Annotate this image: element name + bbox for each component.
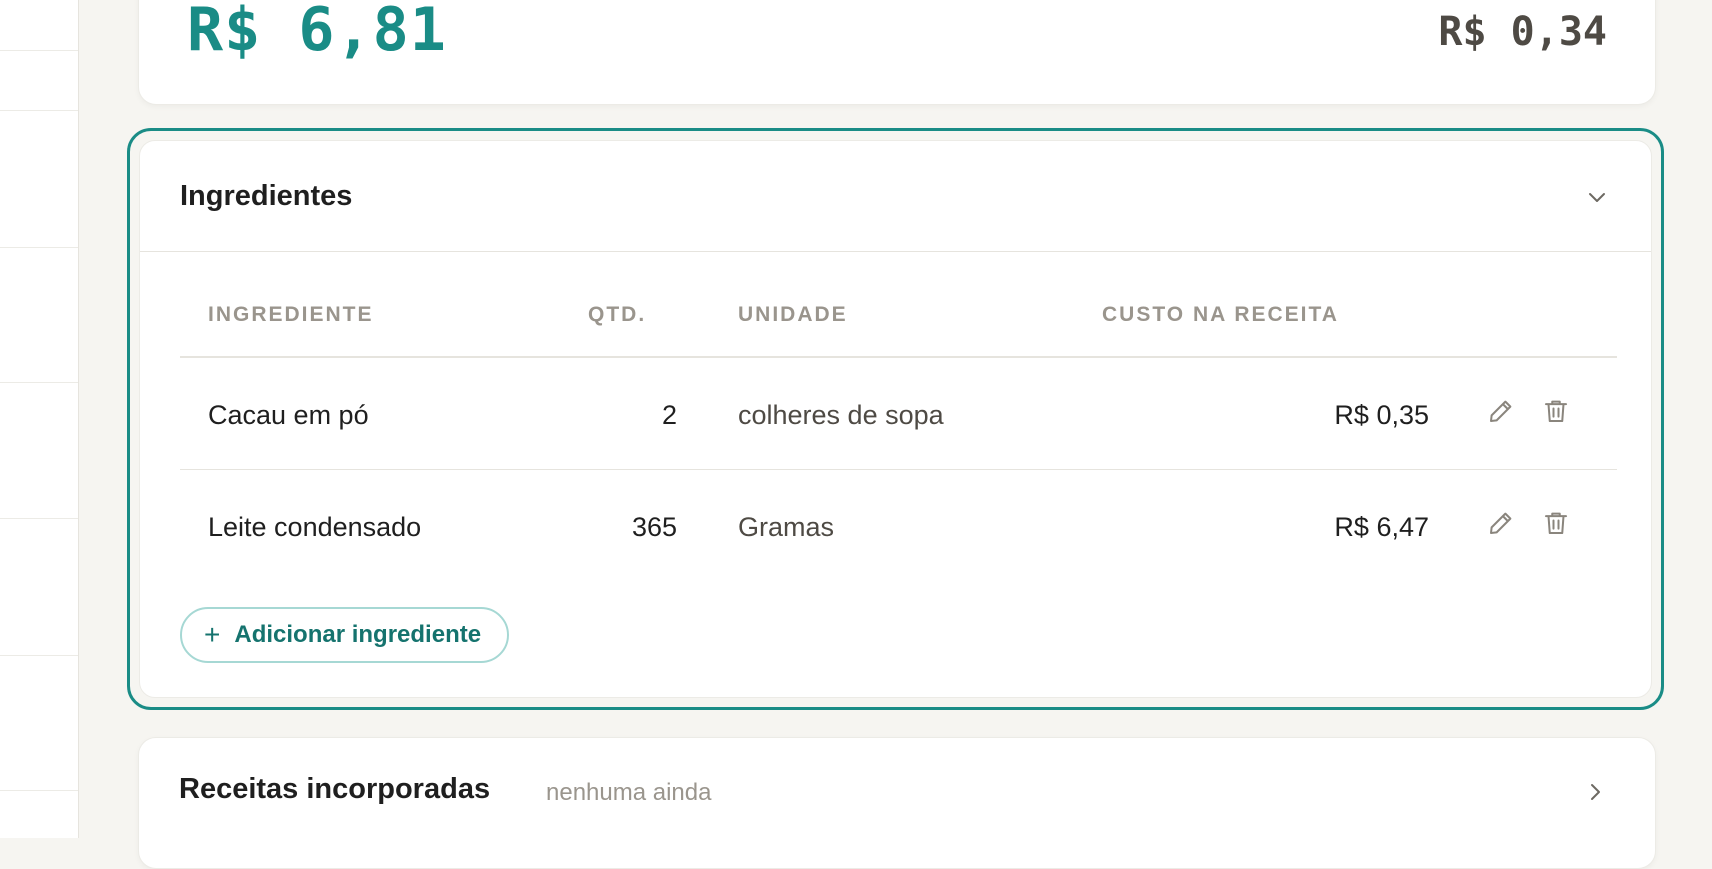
column-header-unit: UNIDADE — [738, 303, 848, 326]
ingredient-cost: R$ 6,47 — [1334, 512, 1429, 542]
sidebar-item[interactable] — [0, 50, 78, 111]
column-header-ingredient: INGREDIENTE — [208, 303, 374, 326]
column-header-cost: CUSTO NA RECEITA — [1102, 303, 1339, 326]
ingredients-section: Ingredientes INGREDIENTE QTD. UNIDADE CU… — [139, 140, 1652, 698]
ingredient-cost: R$ 0,35 — [1334, 400, 1429, 430]
sidebar — [0, 0, 79, 838]
chevron-down-icon[interactable] — [1585, 185, 1609, 209]
ingredient-unit: Gramas — [738, 512, 835, 542]
incorporated-recipes-empty-note: nenhuma ainda — [546, 779, 712, 806]
add-ingredient-label: Adicionar ingrediente — [234, 621, 482, 648]
sidebar-item[interactable] — [0, 110, 78, 248]
ingredients-section-focus-ring: Ingredientes INGREDIENTE QTD. UNIDADE CU… — [127, 128, 1664, 710]
ingredient-name: Cacau em pó — [208, 400, 369, 430]
table-row: Cacau em pó 2 colheres de sopa R$ 0,35 — [180, 358, 1617, 470]
pencil-icon[interactable] — [1486, 508, 1516, 538]
ingredients-title: Ingredientes — [180, 180, 353, 212]
table-header: INGREDIENTE QTD. UNIDADE CUSTO NA RECEIT… — [180, 251, 1617, 358]
trash-icon[interactable] — [1541, 508, 1571, 538]
add-ingredient-button[interactable]: + Adicionar ingrediente — [180, 607, 510, 663]
sidebar-item[interactable] — [0, 382, 78, 519]
ingredients-table: INGREDIENTE QTD. UNIDADE CUSTO NA RECEIT… — [180, 251, 1617, 581]
ingredient-quantity: 365 — [631, 512, 677, 542]
table-row: Leite condensado 365 Gramas R$ 6,47 — [180, 470, 1617, 581]
sidebar-item[interactable] — [0, 518, 78, 656]
plus-icon: + — [204, 619, 221, 650]
ingredients-section-header[interactable]: Ingredientes — [140, 141, 1651, 252]
column-header-quantity: QTD. — [588, 303, 647, 326]
sidebar-item[interactable] — [0, 790, 78, 839]
incorporated-recipes-section[interactable]: Receitas incorporadas nenhuma ainda — [138, 737, 1656, 869]
ingredient-unit: colheres de sopa — [738, 400, 944, 430]
ingredient-name: Leite condensado — [208, 512, 422, 542]
chevron-right-icon[interactable] — [1583, 780, 1607, 804]
sidebar-item[interactable] — [0, 247, 78, 383]
unit-cost-value: R$ 0,34 — [1438, 9, 1607, 55]
trash-icon[interactable] — [1541, 396, 1571, 426]
incorporated-recipes-title: Receitas incorporadas — [179, 773, 491, 805]
total-cost-value: R$ 6,81 — [187, 0, 447, 65]
cost-summary-card: R$ 6,81 R$ 0,34 — [138, 0, 1656, 105]
ingredient-quantity: 2 — [661, 400, 677, 430]
pencil-icon[interactable] — [1486, 396, 1516, 426]
sidebar-item[interactable] — [0, 655, 78, 791]
